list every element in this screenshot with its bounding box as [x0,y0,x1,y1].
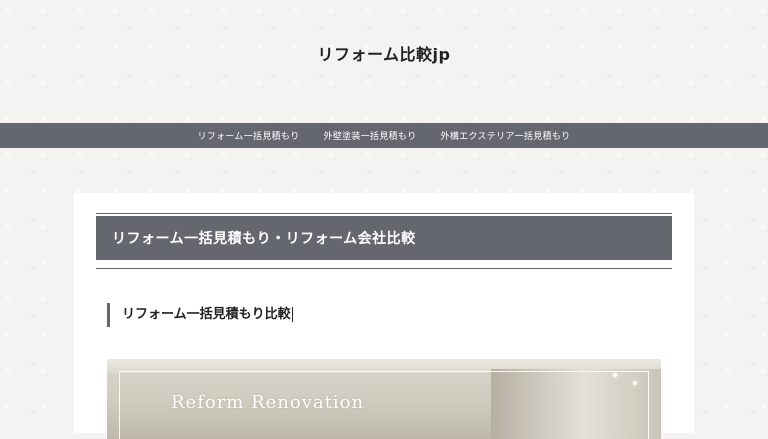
nav-item-exterior-paint-estimate[interactable]: 外壁塗装一括見積もり [324,129,417,142]
section-heading: リフォーム一括見積もり比較 [107,303,293,327]
main-navigation: リフォーム一括見積もり 外壁塗装一括見積もり 外構エクステリア一括見積もり [0,123,768,148]
site-title[interactable]: リフォーム比較jp [0,41,768,65]
page-title: リフォーム一括見積もり・リフォーム会社比較 [96,216,672,260]
nav-item-exterior-construction-estimate[interactable]: 外構エクステリア一括見積もり [441,129,571,142]
text-cursor [291,307,293,322]
page-title-box: リフォーム一括見積もり・リフォーム会社比較 [96,213,672,269]
main-content: リフォーム一括見積もり・リフォーム会社比較 リフォーム一括見積もり比較 Refo… [74,193,694,439]
hero-text: Reform Renovation [171,392,365,413]
site-header: リフォーム比較jp [0,0,768,123]
nav-item-reform-estimate[interactable]: リフォーム一括見積もり [198,129,300,142]
section-heading-text: リフォーム一括見積もり比較 [122,307,291,322]
hero-image: Reform Renovation [107,359,661,439]
